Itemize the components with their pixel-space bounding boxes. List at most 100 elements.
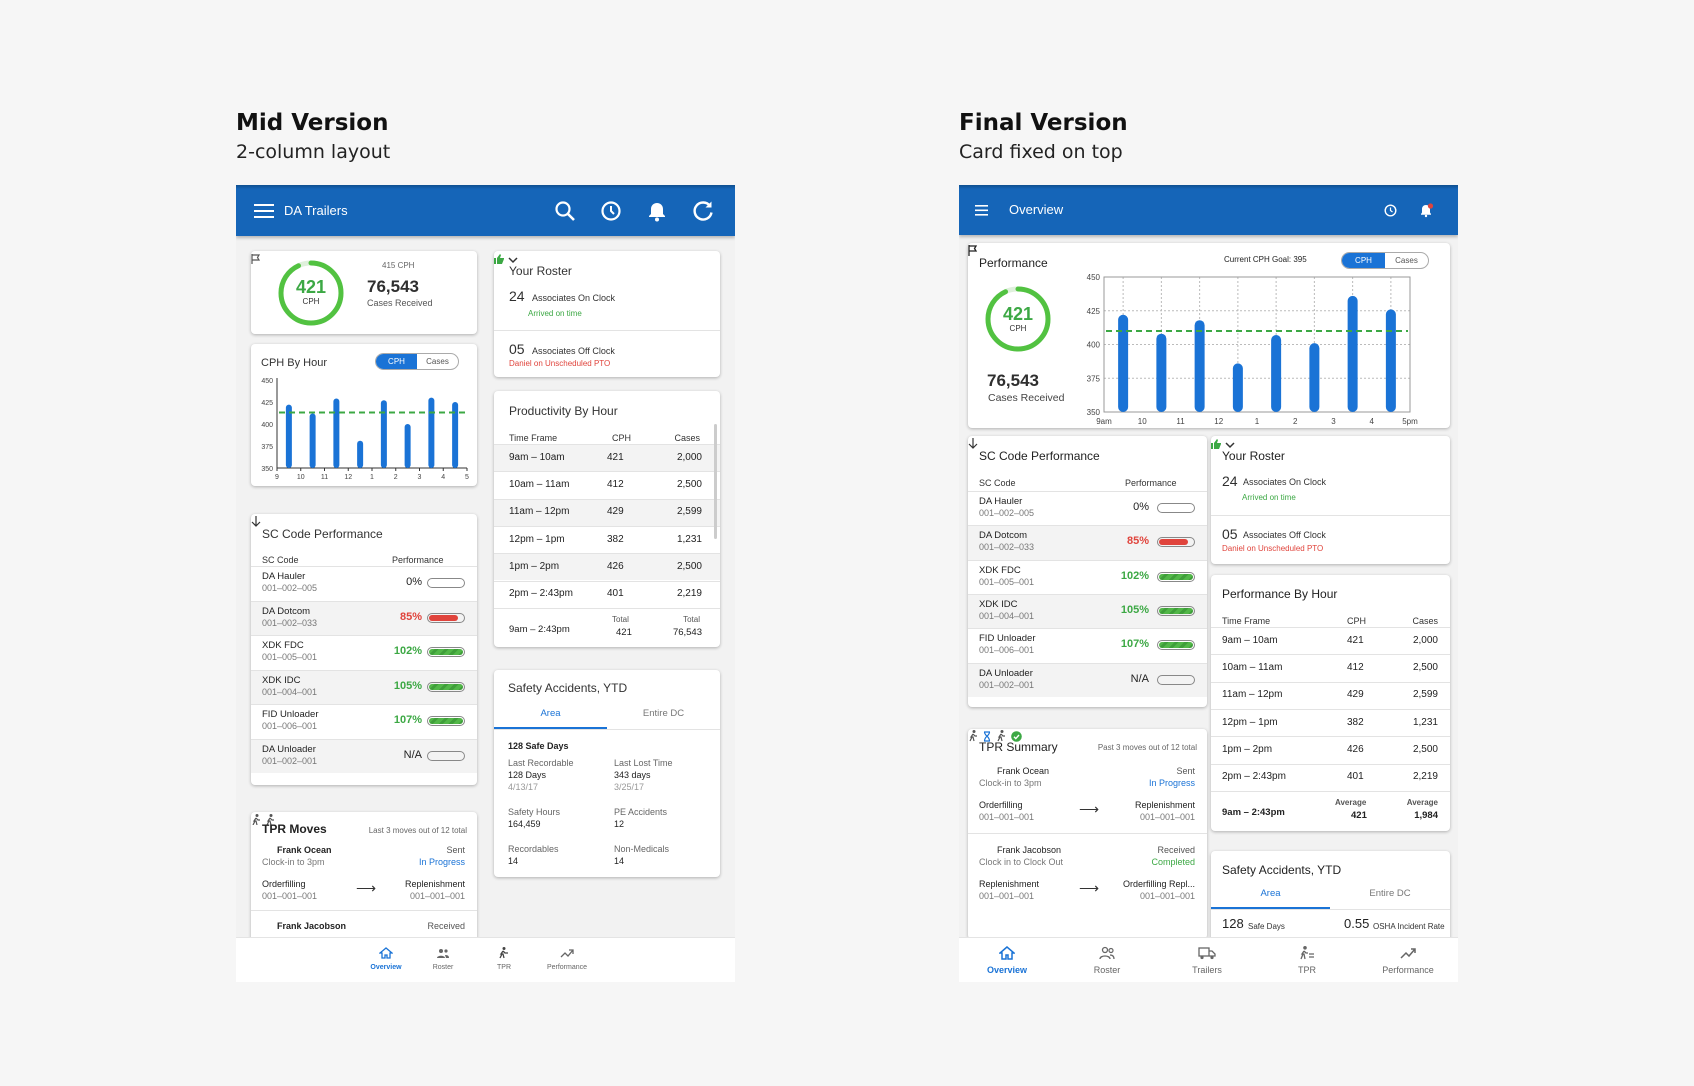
sc-code-percent: 107%	[393, 714, 422, 727]
mid-cph-label: CPH	[302, 297, 320, 306]
bar[interactable]	[428, 397, 435, 468]
performance-bar-fill	[429, 718, 463, 725]
bar[interactable]	[1271, 335, 1282, 412]
sc-code-percent: 107%	[1120, 638, 1149, 651]
final-tpr-person-1[interactable]: Frank Ocean	[997, 766, 1049, 776]
tab-area[interactable]: Area	[1211, 888, 1330, 899]
menu-icon[interactable]	[254, 203, 274, 219]
x-tick-label: 5	[465, 474, 469, 481]
final-cph-cases-toggle[interactable]: CPH Cases	[1341, 252, 1429, 269]
nav-performance[interactable]: Performance	[1375, 946, 1441, 975]
hour-row[interactable]: 2pm – 2:43pm 401 2,219	[494, 580, 720, 608]
mid-safety-card: Safety Accidents, YTD Area Entire DC 128…	[494, 670, 720, 877]
hour-row[interactable]: 10am – 11am 412 2,500	[1211, 654, 1450, 681]
nav-overview[interactable]: Overview	[364, 946, 408, 971]
sc-code-row[interactable]: DA Unloader 001–002–001 N/A	[251, 738, 477, 773]
bar[interactable]	[1347, 295, 1358, 412]
x-tick-label: 11	[1176, 417, 1185, 426]
tab-area[interactable]: Area	[494, 708, 607, 719]
tab-entire-dc[interactable]: Entire DC	[607, 708, 720, 719]
sc-code-row[interactable]: DA Hauler 001–002–005 0%	[251, 566, 477, 601]
toggle-cph[interactable]: CPH	[376, 354, 417, 369]
hour-row[interactable]: 1pm – 2pm 426 2,500	[1211, 736, 1450, 763]
hour-row[interactable]: 2pm – 2:43pm 401 2,219	[1211, 763, 1450, 791]
mid-cases-label: Cases Received	[367, 298, 433, 308]
clock-icon[interactable]	[600, 200, 622, 222]
mid-tpr-person-1[interactable]: Frank Ocean	[277, 845, 332, 855]
sort-down-icon[interactable]	[251, 516, 261, 527]
sc-code-row[interactable]: XDK IDC 001–004–001 105%	[251, 669, 477, 704]
bell-icon[interactable]	[1420, 203, 1434, 218]
chevron-down-icon[interactable]	[508, 257, 518, 264]
chevron-down-icon[interactable]	[1225, 442, 1235, 449]
hour-row[interactable]: 12pm – 1pm 382 1,231	[494, 525, 720, 553]
mid-tpr-person-2[interactable]: Frank Jacobson	[277, 921, 346, 931]
bar[interactable]	[1156, 333, 1167, 412]
toggle-cph[interactable]: CPH	[1342, 253, 1385, 268]
bar[interactable]	[380, 400, 387, 468]
hour-row[interactable]: 11am – 12pm 429 2,599	[494, 498, 720, 526]
final-on-note: Arrived on time	[1242, 493, 1296, 502]
sc-code-row[interactable]: FID Unloader 001–006–001 107%	[968, 628, 1207, 662]
bar[interactable]	[1385, 309, 1396, 412]
bar[interactable]	[333, 398, 340, 468]
menu-icon[interactable]	[975, 205, 988, 216]
final-off-note: Daniel on Unscheduled PTO	[1222, 544, 1324, 553]
nav-roster[interactable]: Roster	[1079, 946, 1135, 975]
bar[interactable]	[309, 413, 316, 468]
truck-icon	[1198, 947, 1216, 960]
final-osha-value: 0.55	[1344, 916, 1370, 931]
nav-roster[interactable]: Roster	[421, 946, 465, 971]
sc-code-row[interactable]: XDK IDC 001–004–001 105%	[968, 593, 1207, 629]
nav-tpr[interactable]: TPR	[1279, 946, 1335, 975]
final-roster-title: Your Roster	[1222, 449, 1285, 463]
hour-row[interactable]: 9am – 10am 421 2,000	[1211, 627, 1450, 654]
hour-row[interactable]: 11am – 12pm 429 2,599	[1211, 681, 1450, 709]
scrollbar[interactable]	[714, 424, 717, 539]
sc-code-row[interactable]: FID Unloader 001–006–001 107%	[251, 704, 477, 739]
sc-code-row[interactable]: XDK FDC 001–005–001 102%	[251, 635, 477, 670]
bar[interactable]	[1118, 314, 1129, 412]
x-tick-label: 9am	[1096, 417, 1112, 426]
sc-code-row[interactable]: DA Unloader 001–002–001 N/A	[968, 662, 1207, 697]
sc-code-row[interactable]: DA Dotcom 001–002–033 85%	[968, 525, 1207, 560]
bar[interactable]	[1309, 343, 1320, 412]
final-cases-value: 76,543	[987, 371, 1039, 390]
refresh-icon[interactable]	[692, 200, 714, 222]
x-tick-label: 9	[275, 474, 279, 481]
sort-down-icon[interactable]	[968, 438, 978, 449]
hour-cases: 1,231	[676, 533, 702, 545]
search-icon[interactable]	[554, 200, 576, 222]
mid-cph-cases-toggle[interactable]: CPH Cases	[375, 353, 459, 370]
final-ph-avg-cases-label: Average	[1406, 798, 1438, 807]
bell-icon[interactable]	[646, 200, 668, 222]
nav-overview[interactable]: Overview	[979, 946, 1035, 975]
nav-performance[interactable]: Performance	[542, 946, 592, 971]
hour-cph: 412	[607, 478, 624, 490]
x-tick-label: 12	[344, 474, 352, 481]
nav-trailers[interactable]: Trailers	[1179, 946, 1235, 975]
bar[interactable]	[1232, 363, 1243, 412]
sc-code-row[interactable]: DA Hauler 001–002–005 0%	[968, 491, 1207, 525]
bar[interactable]	[404, 424, 411, 468]
final-off-label: Associates Off Clock	[1243, 530, 1326, 540]
sc-code-row[interactable]: XDK FDC 001–005–001 102%	[968, 559, 1207, 594]
clock-icon[interactable]	[1384, 204, 1397, 217]
nav-tpr[interactable]: TPR	[482, 946, 526, 971]
tab-entire-dc[interactable]: Entire DC	[1330, 888, 1450, 899]
hour-row[interactable]: 12pm – 1pm 382 1,231	[1211, 708, 1450, 736]
sc-code-row[interactable]: DA Dotcom 001–002–033 85%	[251, 600, 477, 635]
bar[interactable]	[1194, 320, 1205, 412]
bar[interactable]	[357, 440, 364, 468]
nav-performance-label: Performance	[1382, 965, 1434, 975]
flag-icon	[251, 254, 261, 264]
hour-row[interactable]: 9am – 10am 421 2,000	[494, 444, 720, 472]
toggle-cases[interactable]: Cases	[1385, 253, 1428, 268]
final-tpr-person-2[interactable]: Frank Jacobson	[997, 845, 1061, 855]
mid-summary-card[interactable]: 421 CPH 415 CPH 76,543 Cases Received	[251, 251, 477, 334]
hour-row[interactable]: 1pm – 2pm 426 2,500	[494, 553, 720, 581]
bar[interactable]	[285, 404, 292, 468]
hour-row[interactable]: 10am – 11am 412 2,500	[494, 471, 720, 498]
toggle-cases[interactable]: Cases	[417, 354, 458, 369]
sc-code-percent: 105%	[393, 679, 422, 692]
